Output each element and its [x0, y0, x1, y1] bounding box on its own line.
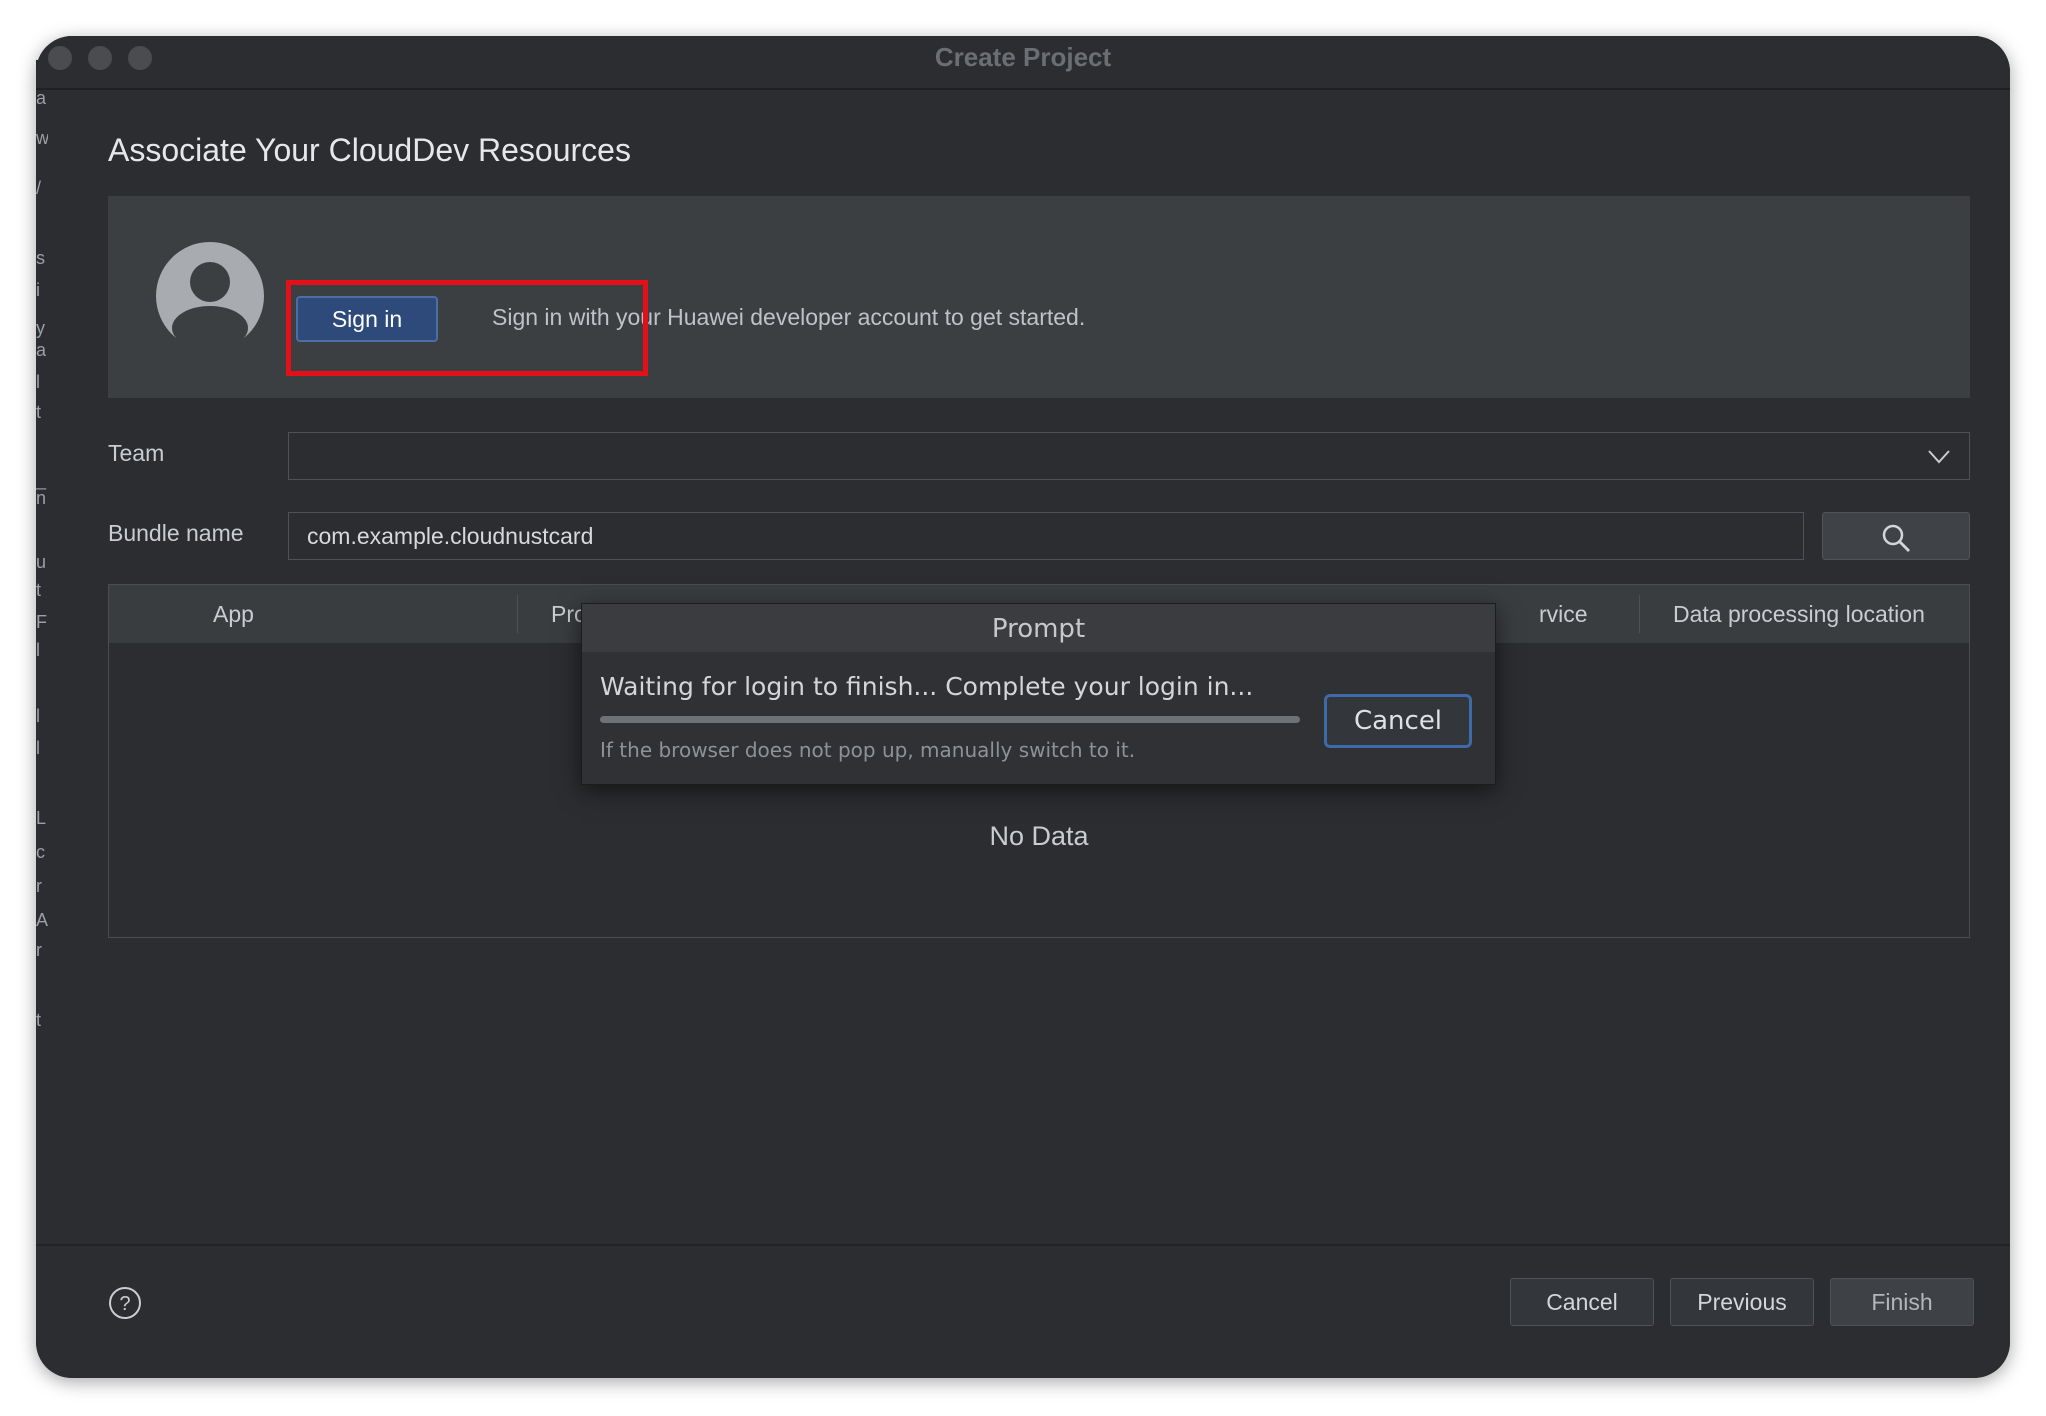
team-label: Team — [108, 440, 165, 466]
empty-state-text: No Data — [989, 821, 1089, 851]
background-ide-text: w — [36, 128, 48, 148]
bundle-name-input[interactable]: com.example.cloudnustcard — [288, 512, 1804, 560]
user-avatar-icon — [156, 242, 264, 338]
prompt-hint: If the browser does not pop up, manually… — [600, 738, 1136, 762]
help-icon[interactable]: ? — [108, 1286, 142, 1320]
background-ide-text: l — [36, 706, 40, 726]
background-ide-text: y — [36, 318, 45, 338]
previous-button[interactable]: Previous — [1670, 1278, 1814, 1326]
background-ide-text: r — [36, 876, 42, 896]
svg-text:?: ? — [119, 1293, 130, 1315]
background-ide-text: c — [36, 842, 45, 862]
background-ide-text: t — [36, 580, 42, 600]
create-project-window: Create Project Associate Your CloudDev R… — [36, 36, 2010, 1378]
background-ide-text: i — [36, 280, 40, 300]
page-title: Associate Your CloudDev Resources — [108, 132, 631, 168]
background-ide-text: A — [36, 910, 48, 930]
background-ide-text: t — [36, 402, 42, 422]
background-ide-text: l — [36, 640, 40, 660]
column-separator — [517, 595, 518, 633]
background-ide-text: F — [36, 612, 47, 632]
chevron-down-icon[interactable] — [1927, 445, 1951, 467]
progress-fill — [600, 716, 1300, 723]
background-ide-text: t — [36, 1010, 42, 1030]
finish-button[interactable]: Finish — [1830, 1278, 1974, 1326]
search-icon — [1882, 524, 1910, 552]
column-header-app: App — [213, 601, 254, 627]
background-ide-text: l — [36, 372, 40, 392]
background-ide-text: s — [36, 248, 45, 268]
background-ide-text: u — [36, 552, 47, 572]
dialog-footer: ? Cancel Previous Finish — [36, 1244, 2010, 1378]
background-ide-text: n — [36, 488, 47, 508]
bundle-name-label: Bundle name — [108, 520, 244, 546]
background-ide-text: L — [36, 808, 47, 828]
background-ide-text: a — [36, 88, 47, 108]
prompt-header: Prompt — [582, 604, 1495, 652]
background-ide-text: l — [36, 738, 40, 758]
title-bar: Create Project — [36, 36, 2010, 90]
column-header-service: rvice — [1539, 601, 1588, 627]
column-header-data-processing-location: Data processing location — [1673, 601, 1925, 627]
prompt-title: Prompt — [991, 614, 1086, 644]
search-button[interactable] — [1822, 512, 1970, 560]
signin-panel: Sign in Sign in with your Huawei develop… — [108, 196, 1970, 398]
team-dropdown[interactable] — [288, 432, 1970, 480]
prompt-message: Waiting for login to finish... Complete … — [600, 672, 1254, 701]
background-ide-text: a — [36, 340, 47, 360]
column-separator — [1639, 595, 1640, 633]
prompt-cancel-button[interactable]: Cancel — [1324, 694, 1472, 748]
cancel-button[interactable]: Cancel — [1510, 1278, 1654, 1326]
window-title: Create Project — [934, 42, 1112, 72]
background-ide-text: / — [36, 178, 42, 198]
login-progress-bar — [600, 716, 1300, 723]
sign-in-highlight-annotation — [286, 280, 648, 376]
login-prompt-dialog: Prompt Waiting for login to finish... Co… — [581, 603, 1496, 785]
background-ide-text: r — [36, 940, 42, 960]
